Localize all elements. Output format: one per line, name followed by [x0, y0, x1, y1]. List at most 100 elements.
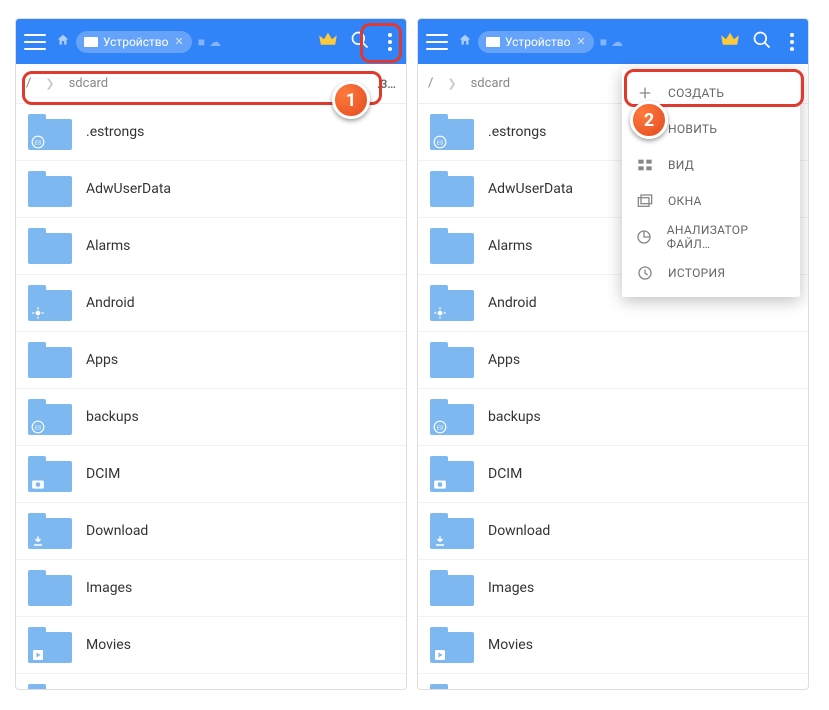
file-name: Download [86, 523, 148, 539]
file-name: DCIM [488, 466, 522, 482]
list-item[interactable]: Movies [418, 617, 808, 674]
menu-item-label: ОКНА [668, 194, 702, 208]
breadcrumb-root[interactable]: / [26, 76, 31, 91]
menu-item-windows[interactable]: ОКНА [622, 183, 800, 219]
file-name: DCIM [86, 466, 120, 482]
folder-icon: ES [28, 399, 72, 435]
file-name: Movies [488, 637, 533, 653]
folder-icon [28, 171, 72, 207]
list-item[interactable]: Download [418, 503, 808, 560]
breadcrumb-root[interactable]: / [428, 76, 433, 91]
file-name: backups [86, 409, 139, 425]
more-button[interactable] [784, 29, 800, 55]
menu-item-label: ИСТОРИЯ [668, 266, 725, 280]
folder-icon: ES [430, 114, 474, 150]
file-name: Alarms [86, 238, 130, 254]
folder-icon [28, 342, 72, 378]
breadcrumb-current[interactable]: sdcard [69, 76, 109, 91]
file-name: Movies [86, 637, 131, 653]
menu-button[interactable] [426, 34, 448, 50]
list-item[interactable]: ES backups [16, 389, 406, 446]
menu-item-chart[interactable]: АНАЛИЗАТОР ФАЙЛ… [622, 219, 800, 255]
folder-icon: ES [430, 399, 474, 435]
premium-icon[interactable] [720, 32, 740, 52]
menu-button[interactable] [24, 34, 46, 50]
tab-label: Устройство [103, 35, 168, 49]
folder-icon [430, 684, 474, 689]
close-icon[interactable]: ✕ [576, 35, 585, 48]
list-item[interactable]: Android [16, 275, 406, 332]
list-item[interactable]: ES .estrongs [16, 104, 406, 161]
menu-item-label: НОВИТЬ [668, 122, 717, 136]
menu-item-plus[interactable]: СОЗДАТЬ [622, 75, 800, 111]
search-icon[interactable] [350, 30, 370, 54]
view-icon [636, 158, 654, 172]
screen-right: Устройство ✕ ■☁ / ❯ sdcard ES.estrongsAd… [417, 18, 809, 690]
file-name: Images [86, 580, 132, 596]
premium-icon[interactable] [318, 32, 338, 52]
list-item[interactable]: Movies [16, 617, 406, 674]
breadcrumb-current[interactable]: sdcard [471, 76, 511, 91]
svg-text:ES: ES [437, 140, 444, 146]
file-name: Alarms [488, 238, 532, 254]
refresh-icon [636, 121, 654, 137]
folder-icon [430, 456, 474, 492]
folder-icon [28, 456, 72, 492]
device-icon [84, 37, 98, 47]
list-item[interactable]: Download [16, 503, 406, 560]
history-icon [636, 265, 654, 281]
folder-icon [28, 285, 72, 321]
folder-icon [28, 627, 72, 663]
chart-icon [636, 229, 653, 245]
close-icon[interactable]: ✕ [174, 35, 183, 48]
menu-item-label: СОЗДАТЬ [668, 86, 724, 100]
folder-icon [28, 228, 72, 264]
menu-item-history[interactable]: ИСТОРИЯ [622, 255, 800, 291]
folder-icon [430, 171, 474, 207]
list-item[interactable]: Images [16, 560, 406, 617]
topbar: Устройство ✕ ■☁ [16, 19, 406, 64]
svg-text:ES: ES [437, 425, 444, 431]
location-tab[interactable]: Устройство ✕ [478, 31, 594, 53]
folder-icon [430, 513, 474, 549]
file-name: AdwUserData [86, 181, 171, 197]
location-tab[interactable]: Устройство ✕ [76, 31, 192, 53]
list-item[interactable]: Music [418, 674, 808, 689]
device-icon [486, 37, 500, 47]
folder-icon [28, 684, 72, 689]
list-item[interactable]: Music [16, 674, 406, 689]
list-item[interactable]: Apps [16, 332, 406, 389]
list-item[interactable]: DCIM [418, 446, 808, 503]
folder-icon [430, 285, 474, 321]
list-item[interactable]: DCIM [16, 446, 406, 503]
extra-tabs: ■☁ [600, 35, 623, 49]
menu-item-view[interactable]: ВИД [622, 147, 800, 183]
file-name: .estrongs [86, 124, 144, 140]
menu-item-label: АНАЛИЗАТОР ФАЙЛ… [667, 223, 786, 251]
folder-icon [430, 228, 474, 264]
home-icon[interactable] [458, 33, 472, 51]
home-icon[interactable] [56, 33, 70, 51]
breadcrumb-extra: .3… [377, 77, 396, 91]
list-item[interactable]: AdwUserData [16, 161, 406, 218]
folder-icon [430, 570, 474, 606]
list-item[interactable]: Apps [418, 332, 808, 389]
plus-icon [636, 85, 654, 101]
more-button[interactable] [382, 29, 398, 55]
file-name: AdwUserData [488, 181, 573, 197]
search-icon[interactable] [752, 30, 772, 54]
folder-icon [28, 513, 72, 549]
file-name: Android [86, 295, 135, 311]
chevron-right-icon: ❯ [45, 77, 54, 90]
topbar: Устройство ✕ ■☁ [418, 19, 808, 64]
menu-item-refresh[interactable]: НОВИТЬ [622, 111, 800, 147]
list-item[interactable]: ESbackups [418, 389, 808, 446]
breadcrumb[interactable]: / ❯ sdcard .3… [16, 64, 406, 104]
list-item[interactable]: Images [418, 560, 808, 617]
file-name: Apps [488, 352, 520, 368]
windows-icon [636, 194, 654, 208]
file-name: Apps [86, 352, 118, 368]
folder-icon: ES [28, 114, 72, 150]
context-menu: СОЗДАТЬ НОВИТЬ ВИД ОКНА АНАЛИЗАТОР ФАЙЛ… ИСТО… [622, 69, 800, 297]
list-item[interactable]: Alarms [16, 218, 406, 275]
